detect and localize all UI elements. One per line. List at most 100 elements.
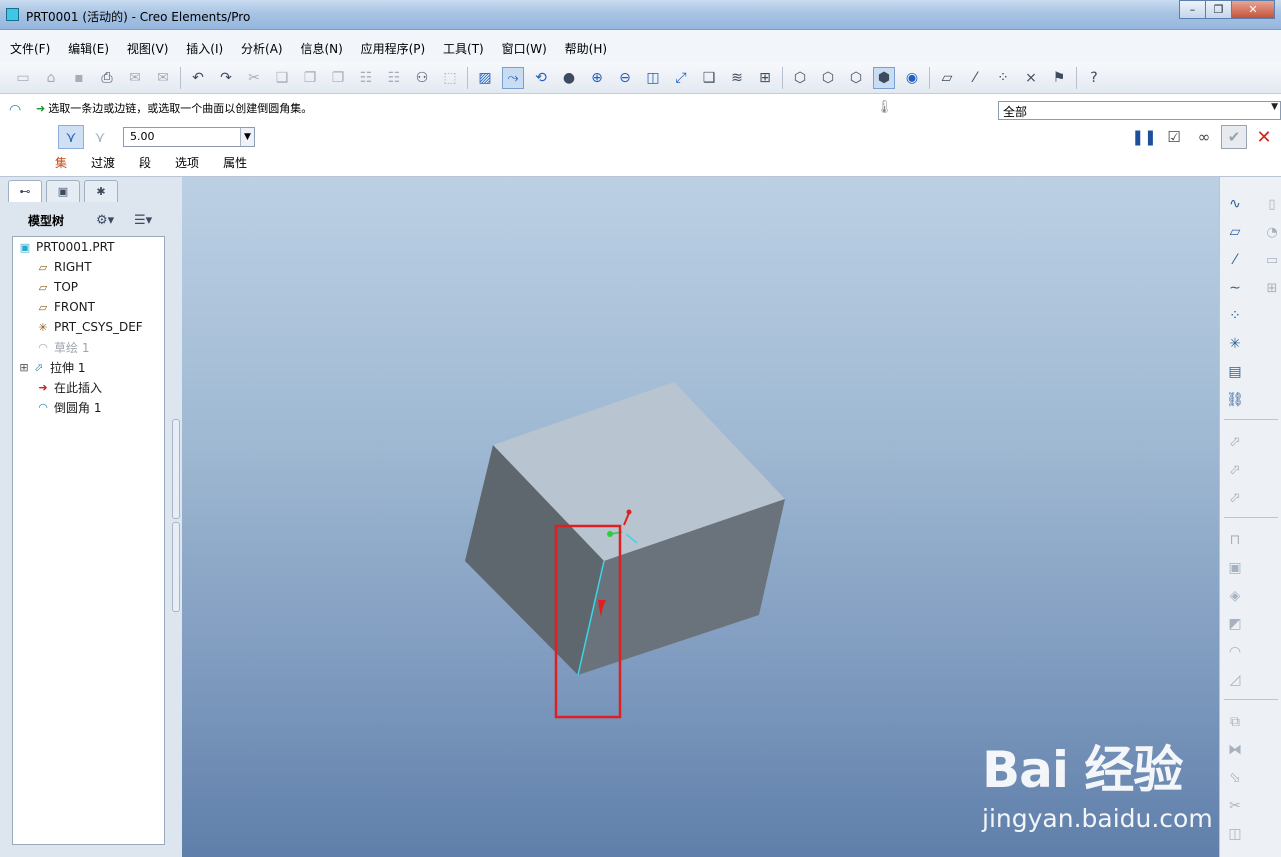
- model-tree-tab-icon[interactable]: ⊷: [8, 180, 42, 202]
- tab-pieces[interactable]: 段: [139, 154, 151, 171]
- save-icon[interactable]: ▪: [68, 67, 90, 89]
- tree-item-sketch[interactable]: ◠ 草绘 1: [35, 338, 89, 356]
- restore-icon[interactable]: ❐: [1205, 0, 1232, 19]
- panel-sash-handle[interactable]: [172, 522, 180, 612]
- menu-tools[interactable]: 工具(T): [443, 40, 484, 57]
- email-link-icon[interactable]: ✉: [152, 67, 174, 89]
- cancel-x-button[interactable]: ✕: [1251, 125, 1277, 149]
- panel-sash-handle[interactable]: [172, 419, 180, 519]
- tab-properties[interactable]: 属性: [223, 154, 247, 171]
- shell-tool-icon[interactable]: ▣: [1224, 557, 1246, 579]
- reorient-icon[interactable]: ⤢: [670, 67, 692, 89]
- preview-checkbox[interactable]: ☑: [1161, 125, 1187, 149]
- extrude-tool-icon[interactable]: ⬀: [1224, 431, 1246, 453]
- wireframe-icon[interactable]: ⬡: [789, 67, 811, 89]
- chain-tool-icon[interactable]: ⛓: [1224, 389, 1246, 411]
- menu-applications[interactable]: 应用程序(P): [361, 40, 426, 57]
- print-icon[interactable]: ⎙: [96, 67, 118, 89]
- menu-edit[interactable]: 编辑(E): [68, 40, 109, 57]
- pause-icon[interactable]: ❚❚: [1131, 125, 1157, 149]
- tree-columns-icon[interactable]: ☰▾: [134, 213, 152, 228]
- tree-item-csys[interactable]: ✳ PRT_CSYS_DEF: [35, 318, 142, 336]
- tree-item-front[interactable]: ▱ FRONT: [35, 298, 95, 316]
- saved-views-icon[interactable]: ❑: [698, 67, 720, 89]
- tree-item-part[interactable]: ▣ PRT0001.PRT: [17, 238, 115, 256]
- view-manager-icon[interactable]: ⊞: [754, 67, 776, 89]
- paste-special-icon[interactable]: ❐: [327, 67, 349, 89]
- set-mode-icon[interactable]: ⋎: [58, 125, 84, 149]
- menu-view[interactable]: 视图(V): [127, 40, 169, 57]
- part-mode-icon[interactable]: ▯: [1263, 193, 1281, 215]
- datum-curve-tool-icon[interactable]: ∼: [1224, 277, 1246, 299]
- chevron-down-icon[interactable]: ▼: [240, 128, 254, 146]
- datum-axis-tool-icon[interactable]: ⁄: [1224, 249, 1246, 271]
- menu-file[interactable]: 文件(F): [10, 40, 50, 57]
- tree-item-extrude[interactable]: ⊞ ⬀ 拉伸 1: [19, 358, 85, 376]
- datum-axes-icon[interactable]: ⁄: [964, 67, 986, 89]
- email-icon[interactable]: ✉: [124, 67, 146, 89]
- tree-settings-icon[interactable]: ⚙▾: [96, 213, 114, 228]
- tab-sets[interactable]: 集: [55, 154, 67, 171]
- pattern-tool-icon[interactable]: ⧉: [1224, 711, 1246, 733]
- menu-insert[interactable]: 插入(I): [186, 40, 223, 57]
- mirror-tool-icon[interactable]: ⧓: [1224, 739, 1246, 761]
- datum-planes-icon[interactable]: ▱: [936, 67, 958, 89]
- refit-icon[interactable]: ◫: [642, 67, 664, 89]
- shading-icon[interactable]: ⬢: [873, 66, 895, 89]
- tab-transitions[interactable]: 过渡: [91, 154, 115, 171]
- graphics-viewport[interactable]: Bai 经验 jingyan.baidu.com: [182, 177, 1219, 857]
- tab-options[interactable]: 选项: [175, 154, 199, 171]
- menu-info[interactable]: 信息(N): [300, 40, 342, 57]
- datum-point-tool-icon[interactable]: ⁘: [1224, 305, 1246, 327]
- paste-icon[interactable]: ❐: [299, 67, 321, 89]
- minimize-icon[interactable]: –: [1179, 0, 1206, 19]
- favorites-tab-icon[interactable]: ✱: [84, 180, 118, 202]
- analysis-tool-icon[interactable]: ▤: [1224, 361, 1246, 383]
- ok-check-button[interactable]: ✔: [1221, 125, 1247, 149]
- radius-input[interactable]: 5.00 ▼: [123, 127, 255, 147]
- offset-tool-icon[interactable]: ◫: [1224, 823, 1246, 845]
- close-icon[interactable]: ✕: [1231, 0, 1275, 19]
- sweep-tool-icon[interactable]: ⬀: [1224, 487, 1246, 509]
- folder-browser-tab-icon[interactable]: ▣: [46, 180, 80, 202]
- orient-icon[interactable]: ⟲: [530, 67, 552, 89]
- merge-tool-icon[interactable]: ⬂: [1224, 767, 1246, 789]
- selection-filter-select[interactable]: 全部 ▼: [998, 101, 1281, 120]
- cut-icon[interactable]: ✂: [243, 67, 265, 89]
- layers-icon[interactable]: ≋: [726, 67, 748, 89]
- redo-icon[interactable]: ↷: [215, 67, 237, 89]
- regen-manager-icon[interactable]: ☷: [383, 67, 405, 89]
- select-box-icon[interactable]: ⬚: [439, 67, 461, 89]
- surface-mode-icon[interactable]: ◔: [1263, 221, 1281, 243]
- no-hidden-icon[interactable]: ⬡: [845, 67, 867, 89]
- trim-tool-icon[interactable]: ✂: [1224, 795, 1246, 817]
- round-tool-icon[interactable]: ◠: [1224, 641, 1246, 663]
- hidden-line-icon[interactable]: ⬡: [817, 67, 839, 89]
- expand-icon[interactable]: ⊞: [19, 361, 29, 374]
- appearance-icon[interactable]: ●: [558, 67, 580, 89]
- spin-center-icon[interactable]: ⤳: [502, 66, 524, 89]
- csys-tool-icon[interactable]: ✳: [1224, 333, 1246, 355]
- zoom-out-icon[interactable]: ⊖: [614, 67, 636, 89]
- find-icon[interactable]: ⚇: [411, 67, 433, 89]
- datum-plane-tool-icon[interactable]: ▱: [1224, 221, 1246, 243]
- regenerate-icon[interactable]: ☷: [355, 67, 377, 89]
- revolve-tool-icon[interactable]: ⬀: [1224, 459, 1246, 481]
- zoom-in-icon[interactable]: ⊕: [586, 67, 608, 89]
- chamfer-tool-icon[interactable]: ◿: [1224, 669, 1246, 691]
- rib-tool-icon[interactable]: ◈: [1224, 585, 1246, 607]
- tree-item-round[interactable]: ◠ 倒圆角 1: [35, 398, 101, 416]
- tree-item-insert-here[interactable]: ➜ 在此插入: [35, 378, 102, 396]
- undo-icon[interactable]: ↶: [187, 67, 209, 89]
- copy-icon[interactable]: ❏: [271, 67, 293, 89]
- transition-mode-icon[interactable]: ⋎: [87, 125, 113, 149]
- hole-tool-icon[interactable]: ⊓: [1224, 529, 1246, 551]
- enhanced-realism-icon[interactable]: ◉: [901, 67, 923, 89]
- new-icon[interactable]: ▭: [12, 67, 34, 89]
- datum-points-icon[interactable]: ⁘: [992, 67, 1014, 89]
- menu-window[interactable]: 窗口(W): [502, 40, 547, 57]
- datum-display-icon[interactable]: ▨: [474, 67, 496, 89]
- menu-help[interactable]: 帮助(H): [565, 40, 607, 57]
- csys-icon[interactable]: ⨯: [1020, 67, 1042, 89]
- verify-glasses-icon[interactable]: ∞: [1191, 125, 1217, 149]
